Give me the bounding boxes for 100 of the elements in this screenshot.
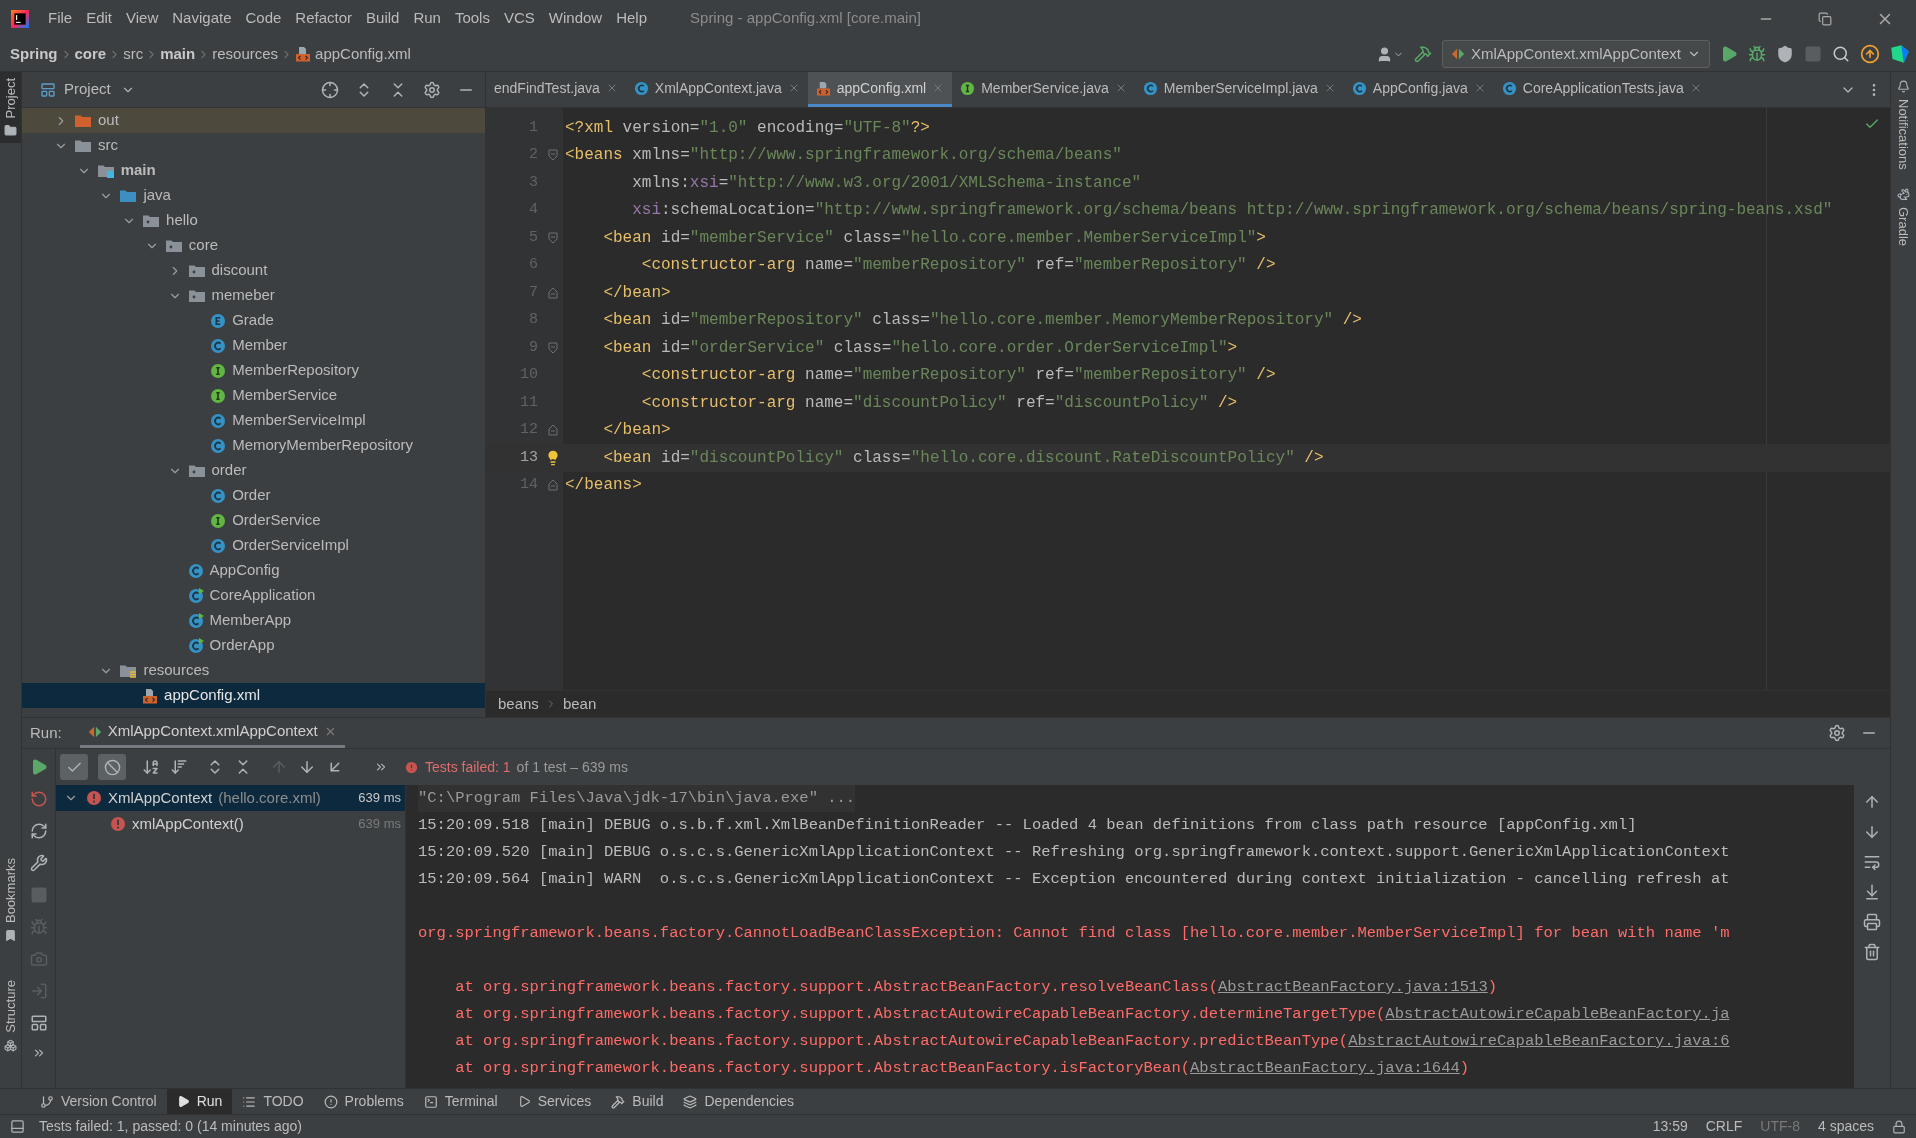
tree-item[interactable]: AppConfig [22,558,485,583]
arrow-down-icon[interactable] [298,758,316,776]
status-item[interactable]: CRLF [1705,1116,1743,1137]
hammer-icon[interactable] [1413,45,1432,63]
menu-item[interactable]: View [119,7,166,30]
trash-icon[interactable] [1863,943,1881,961]
toolbox-logo-icon[interactable] [1890,44,1910,64]
breadcrumb-item[interactable]: resources [212,42,279,66]
scroll-to-end-icon[interactable] [1863,883,1881,901]
fold-marker-icon[interactable] [547,341,558,354]
breadcrumb-item[interactable]: appConfig.xml [295,42,411,66]
source-link[interactable]: AbstractAutowireCapableBeanFactory.java:6 [1348,1032,1730,1050]
fold-marker-icon[interactable] [547,479,558,492]
wrench-icon[interactable] [29,854,48,872]
show-passed-toggle[interactable] [60,754,88,780]
tree-item[interactable]: OrderApp [22,633,485,658]
breadcrumb-item[interactable]: bean [562,692,597,716]
tool-tab[interactable]: Services [507,1089,602,1114]
tool-tab[interactable]: Version Control [30,1089,167,1114]
tree-item[interactable]: core [22,233,485,258]
menu-item[interactable]: Help [609,7,655,30]
test-tree-item[interactable]: XmlAppContext (hello.core.xml) 639 ms [56,785,405,811]
breadcrumb-item[interactable]: beans [498,692,539,716]
tree-item[interactable]: MemoryMemberRepository [22,433,485,458]
breadcrumb-item[interactable]: main [160,42,196,66]
arrow-down-icon[interactable] [1863,823,1881,841]
run-config-dropdown[interactable]: XmlAppContext.xmlAppContext [1441,40,1710,68]
tree-item[interactable]: OrderServiceImpl [22,533,485,558]
tree-item[interactable]: Order [22,483,485,508]
show-ignored-toggle[interactable] [98,754,126,780]
lock-icon[interactable] [1892,1119,1906,1134]
tool-tab[interactable]: Run [166,1089,233,1114]
breadcrumb-item[interactable]: src [123,42,144,66]
refresh-icon[interactable] [29,822,48,840]
tool-window-tab[interactable]: Structure [0,974,21,1058]
sort-duration-icon[interactable] [170,758,188,776]
tree-item[interactable]: out [22,108,485,133]
tool-window-tab[interactable]: Gradle [1893,187,1914,246]
tool-tab[interactable]: Terminal [413,1089,508,1114]
tool-window-tab[interactable]: Notifications [1893,80,1914,170]
settings-icon[interactable] [423,80,441,99]
tree-item[interactable]: order [22,458,485,483]
tool-tab[interactable]: TODO [232,1089,314,1114]
tree-item[interactable]: main [22,158,485,183]
soft-wrap-icon[interactable] [1863,853,1881,871]
status-item[interactable]: 4 spaces [1817,1116,1874,1137]
test-tree-item[interactable]: xmlAppContext() 639 ms [56,811,405,837]
locate-icon[interactable] [321,80,339,99]
settings-icon[interactable] [1828,724,1846,742]
menu-item[interactable]: Run [406,7,448,30]
menu-item[interactable]: VCS [496,7,542,30]
more-icon[interactable] [374,760,388,774]
tree-item[interactable]: Member [22,333,485,358]
search-icon[interactable] [1832,45,1850,63]
tree-item[interactable]: src [22,133,485,158]
menu-item[interactable]: Edit [79,7,120,30]
tree-item[interactable]: MemberServiceImpl [22,408,485,433]
tree-item[interactable]: MemberRepository [22,358,485,383]
tree-item[interactable]: memeber [22,283,485,308]
fold-marker-icon[interactable] [547,424,558,437]
tree-item[interactable]: CoreApplication [22,583,485,608]
menu-item[interactable]: Window [541,7,610,30]
tree-item[interactable]: hello [22,208,485,233]
menu-item[interactable]: Navigate [165,7,239,30]
breadcrumb-item[interactable]: Spring [10,42,58,66]
editor-tab[interactable]: appConfig.xml [807,72,953,107]
tree-item[interactable]: appConfig.xml [22,683,485,708]
layout-icon[interactable] [29,1014,48,1032]
source-link[interactable]: AbstractAutowireCapableBeanFactory.ja [1385,1005,1730,1023]
menu-item[interactable]: Refactor [288,7,360,30]
fold-marker-icon[interactable] [547,149,558,162]
tool-tab[interactable]: Build [601,1089,674,1114]
tree-item[interactable]: resources [22,658,485,683]
update-icon[interactable] [1860,44,1880,64]
tree-item[interactable]: MemberApp [22,608,485,633]
editor-tab[interactable]: MemberService.java [952,72,1135,107]
tree-item[interactable]: java [22,183,485,208]
source-link[interactable]: AbstractBeanFactory.java:1644 [1190,1059,1460,1077]
breadcrumb-item[interactable]: core [74,42,107,66]
editor-tab[interactable]: XmlAppContext.java [625,72,808,107]
fold-marker-icon[interactable] [547,286,558,299]
tool-tab[interactable]: Problems [313,1089,414,1114]
editor-tab[interactable]: endFindTest.java [486,72,626,107]
tree-item[interactable]: OrderService [22,508,485,533]
tree-item[interactable]: discount [22,258,485,283]
menu-item[interactable]: File [41,7,80,30]
sort-alpha-icon[interactable] [142,758,160,776]
menu-item[interactable]: Code [238,7,289,30]
run-icon[interactable] [1720,45,1738,63]
print-icon[interactable] [1863,913,1881,931]
menu-item[interactable]: Build [359,7,407,30]
source-link[interactable]: AbstractBeanFactory.java:1513 [1217,978,1488,996]
debug-icon[interactable] [1748,45,1766,63]
tool-window-tab[interactable]: Project [0,72,21,144]
status-item[interactable]: 13:59 [1652,1116,1688,1137]
coverage-icon[interactable] [1776,45,1794,63]
rerun-failed-icon[interactable] [29,790,48,808]
editor-tab[interactable]: AppConfig.java [1343,72,1494,107]
configuration-tab[interactable]: XmlAppContext.xmlAppContext [79,718,345,748]
tool-tab[interactable]: Dependencies [673,1089,804,1114]
